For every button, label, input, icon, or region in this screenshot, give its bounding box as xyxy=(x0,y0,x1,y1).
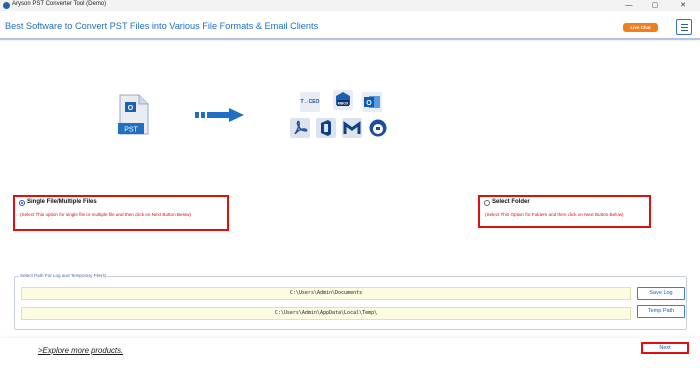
app-icon xyxy=(3,2,10,9)
next-button[interactable]: Next xyxy=(641,342,689,354)
outlook-icon: O xyxy=(362,92,382,112)
single-file-option[interactable]: Single File/Multiple Files (Select This … xyxy=(13,195,229,231)
hamburger-menu-icon[interactable] xyxy=(676,19,692,35)
gmail-icon xyxy=(342,118,362,138)
window-title: Aryson PST Converter Tool (Demo) xyxy=(12,1,107,7)
app-header: Best Software to Convert PST Files into … xyxy=(0,13,700,40)
pst-file-icon: O PST xyxy=(118,94,149,135)
arrow-right-icon xyxy=(195,108,244,122)
log-path-field[interactable]: C:\Users\Admin\Documents xyxy=(21,287,631,300)
window-titlebar: Aryson PST Converter Tool (Demo) — ▢ ✕ xyxy=(0,0,700,11)
path-group: Select Path For Log and Temporary File(s… xyxy=(14,273,687,330)
explore-products-link[interactable]: >Explore more products. xyxy=(38,346,123,355)
minimize-button[interactable]: — xyxy=(620,0,638,11)
svg-text:O: O xyxy=(366,100,372,107)
live-chat-button[interactable]: Live Chat xyxy=(623,23,658,32)
thunderbird-icon: T↔CEO xyxy=(300,92,320,112)
single-file-radio[interactable] xyxy=(19,200,25,206)
svg-text:MBOX: MBOX xyxy=(338,102,349,106)
select-folder-option[interactable]: Select Folder (Select This Option for Fo… xyxy=(478,195,651,228)
page-title: Best Software to Convert PST Files into … xyxy=(5,21,319,31)
thunderbird-bird-icon xyxy=(368,118,388,138)
footer: >Explore more products. Next xyxy=(0,338,700,372)
select-folder-label: Select Folder xyxy=(492,199,530,205)
single-file-description: (Select This option for single file or m… xyxy=(20,212,191,217)
maximize-button[interactable]: ▢ xyxy=(646,0,664,11)
pdf-icon xyxy=(290,118,310,138)
select-folder-description: (Select This Option for Folders and then… xyxy=(485,212,624,217)
office365-icon xyxy=(316,118,336,138)
select-folder-radio[interactable] xyxy=(484,200,490,206)
svg-text:O: O xyxy=(128,105,134,112)
pst-label: PST xyxy=(124,127,138,134)
temp-path-button[interactable]: Temp Path xyxy=(637,305,685,318)
close-button[interactable]: ✕ xyxy=(674,0,692,11)
target-formats: T↔CEO MBOX O xyxy=(288,90,398,142)
mbox-icon: MBOX xyxy=(333,90,353,110)
path-group-legend: Select Path For Log and Temporary File(s… xyxy=(19,273,108,278)
temp-path-field[interactable]: C:\Users\Admin\AppData\Local\Temp\ xyxy=(21,307,631,320)
save-log-button[interactable]: Save Log xyxy=(637,287,685,300)
single-file-label: Single File/Multiple Files xyxy=(27,199,97,205)
